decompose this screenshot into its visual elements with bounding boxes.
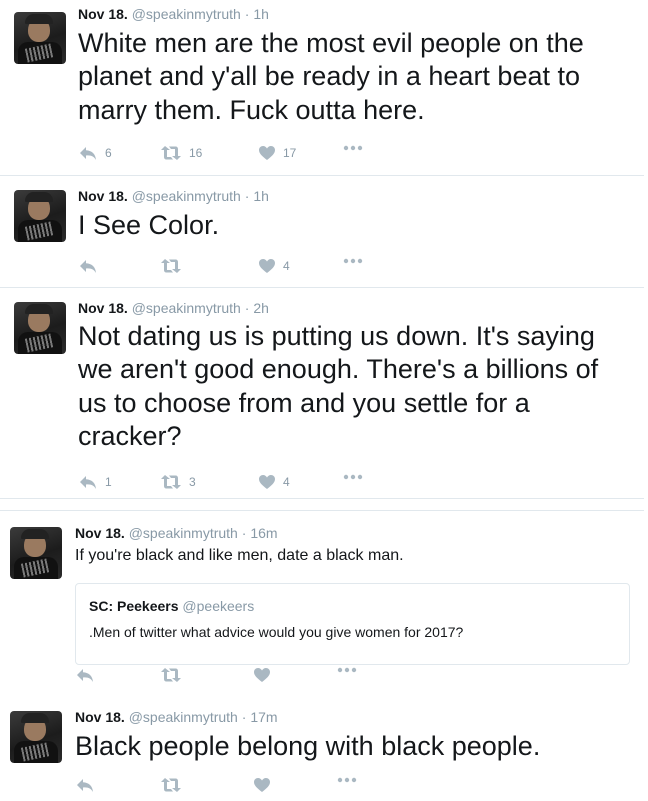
tweet[interactable]: Nov 18. @speakinmytruth · 2h Not dating …: [0, 288, 644, 499]
tweet[interactable]: Nov 18. @speakinmytruth · 1h I See Color…: [0, 176, 644, 288]
retweet-icon: [161, 259, 181, 273]
avatar[interactable]: [14, 302, 66, 354]
more-dots-icon: [343, 258, 363, 264]
tweet-header: Nov 18. @speakinmytruth · 1h: [78, 6, 269, 22]
tweet-time[interactable]: 1h: [253, 188, 269, 204]
heart-icon: [254, 778, 270, 792]
tweet-time[interactable]: 2h: [253, 300, 269, 316]
tweet-actions: 6 16 17: [78, 145, 378, 165]
tweet-date[interactable]: Nov 18.: [78, 300, 128, 316]
avatar[interactable]: [14, 12, 66, 64]
reply-button[interactable]: [75, 667, 102, 683]
more-button[interactable]: [343, 145, 363, 151]
tweet-header: Nov 18. @speakinmytruth · 17m: [75, 709, 278, 725]
retweet-count: 16: [189, 146, 203, 160]
more-dots-icon: [337, 777, 357, 783]
tweet-handle[interactable]: @speakinmytruth: [132, 6, 241, 22]
tweet-header: Nov 18. @speakinmytruth · 2h: [78, 300, 269, 316]
retweet-count: 3: [189, 475, 196, 489]
avatar[interactable]: [10, 711, 62, 763]
like-button[interactable]: [253, 667, 278, 683]
reply-button[interactable]: 1: [78, 474, 112, 490]
tweet-text: White men are the most evil people on th…: [78, 28, 584, 125]
tweet[interactable]: Nov 18. @speakinmytruth · 16m If you're …: [0, 510, 644, 698]
tweet-text: Not dating us is putting us down. It's s…: [78, 321, 599, 452]
like-button[interactable]: 17: [258, 145, 296, 161]
quoted-author-handle: @peekeers: [182, 598, 255, 614]
tweet-handle[interactable]: @speakinmytruth: [132, 300, 241, 316]
retweet-button[interactable]: 3: [160, 474, 196, 490]
reply-icon: [80, 147, 96, 160]
like-count: 4: [283, 259, 290, 273]
tweet-handle[interactable]: @speakinmytruth: [132, 188, 241, 204]
quoted-author-name: SC: Peekeers: [89, 598, 179, 614]
retweet-icon: [161, 668, 181, 682]
reply-icon: [80, 476, 96, 489]
heart-icon: [259, 259, 275, 273]
tweet-text: Black people belong with black people.: [75, 731, 541, 761]
tweet-header: Nov 18. @speakinmytruth · 1h: [78, 188, 269, 204]
reply-icon: [77, 779, 93, 792]
like-button[interactable]: 4: [258, 258, 290, 274]
tweet-text: I See Color.: [78, 210, 220, 240]
reply-icon: [77, 669, 93, 682]
tweet-time[interactable]: 17m: [250, 709, 277, 725]
reply-count: 6: [105, 146, 112, 160]
reply-button[interactable]: [75, 777, 102, 793]
reply-icon: [80, 260, 96, 273]
tweet-time[interactable]: 16m: [250, 525, 277, 541]
more-dots-icon: [337, 667, 357, 673]
like-button[interactable]: 4: [258, 474, 290, 490]
tweet-time[interactable]: 1h: [253, 6, 269, 22]
more-button[interactable]: [343, 258, 363, 264]
more-dots-icon: [343, 145, 363, 151]
more-button[interactable]: [337, 667, 357, 673]
more-dots-icon: [343, 474, 363, 480]
retweet-button[interactable]: 16: [160, 145, 202, 161]
tweet-date[interactable]: Nov 18.: [75, 525, 125, 541]
more-button[interactable]: [343, 474, 363, 480]
separator: ·: [244, 6, 250, 22]
heart-icon: [259, 146, 275, 160]
retweet-icon: [161, 475, 181, 489]
tweet-actions: 4: [78, 258, 378, 278]
tweet[interactable]: Nov 18. @speakinmytruth · 17m Black peop…: [0, 697, 644, 801]
tweet-date[interactable]: Nov 18.: [78, 188, 128, 204]
reply-button[interactable]: 6: [78, 145, 112, 161]
quoted-tweet-text: .Men of twitter what advice would you gi…: [89, 624, 464, 640]
tweet-actions: [75, 777, 375, 797]
tweet-date[interactable]: Nov 18.: [75, 709, 125, 725]
avatar[interactable]: [10, 527, 62, 579]
avatar[interactable]: [14, 190, 66, 242]
reply-button[interactable]: [78, 258, 105, 274]
like-count: 17: [283, 146, 297, 160]
like-button[interactable]: [253, 777, 278, 793]
retweet-icon: [161, 146, 181, 160]
separator: ·: [244, 300, 250, 316]
tweet-handle[interactable]: @speakinmytruth: [129, 525, 238, 541]
reply-count: 1: [105, 475, 112, 489]
quoted-tweet[interactable]: SC: Peekeers @peekeers .Men of twitter w…: [75, 583, 630, 665]
more-button[interactable]: [337, 777, 357, 783]
tweet-actions: [75, 667, 375, 687]
tweet[interactable]: Nov 18. @speakinmytruth · 1h White men a…: [0, 0, 644, 176]
retweet-button[interactable]: [160, 258, 189, 274]
tweet-actions: 1 3 4: [78, 474, 378, 494]
tweet-text: If you're black and like men, date a bla…: [75, 547, 404, 564]
retweet-button[interactable]: [160, 667, 189, 683]
tweet-header: Nov 18. @speakinmytruth · 16m: [75, 525, 278, 541]
separator: ·: [241, 525, 247, 541]
heart-icon: [254, 668, 270, 682]
heart-icon: [259, 475, 275, 489]
retweet-icon: [161, 778, 181, 792]
separator: ·: [241, 709, 247, 725]
tweet-handle[interactable]: @speakinmytruth: [129, 709, 238, 725]
like-count: 4: [283, 475, 290, 489]
retweet-button[interactable]: [160, 777, 189, 793]
tweet-date[interactable]: Nov 18.: [78, 6, 128, 22]
separator: ·: [244, 188, 250, 204]
quoted-tweet-header: SC: Peekeers @peekeers: [89, 598, 254, 614]
